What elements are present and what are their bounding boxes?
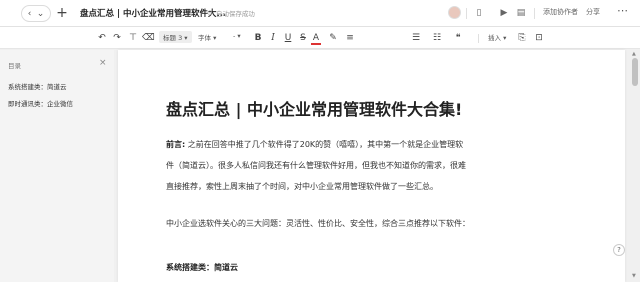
outline-sidebar: 目录 × 系统搭建类：简道云 即时通讯类：企业微信 [0,50,114,282]
play-icon[interactable]: ▶ [497,6,511,20]
comment-icon[interactable]: ▤ [514,6,528,20]
bullet-list-icon[interactable]: ☰ [410,31,422,45]
underline-button[interactable]: U [282,31,294,45]
highlight-icon[interactable]: ✎ [327,31,339,45]
title-bar: ‹ ⌄ + 盘点汇总 | 中小企业常用管理软件大... ⊙ 自动保存成功 ▯ ▶… [0,0,640,27]
outline-item[interactable]: 即时通讯类：企业微信 [8,98,73,108]
bold-button[interactable]: B [252,31,264,45]
font-size-select[interactable]: - ▾ [233,32,241,40]
format-painter-icon[interactable]: ⊤ [127,31,139,45]
redo-icon[interactable]: ↷ [111,31,123,45]
chevron-down-icon[interactable]: ⌄ [37,9,45,19]
align-icon[interactable]: ≡ [344,31,356,45]
divider [478,34,479,43]
copy-icon[interactable]: ⎘ [516,31,528,45]
add-collaborator-button[interactable]: 添加协作者 [543,7,578,17]
scroll-down-icon[interactable]: ▼ [632,273,636,279]
scroll-up-icon[interactable]: ▲ [632,51,636,57]
new-doc-button[interactable]: + [54,4,70,22]
doc-title[interactable]: 盘点汇总 | 中小企业常用管理软件大... [80,7,226,19]
back-icon[interactable]: ‹ [28,9,32,19]
heading-select[interactable]: 标题 3 ▾ [159,31,192,43]
nav-buttons: ‹ ⌄ [21,5,51,22]
document-heading[interactable]: 盘点汇总 | 中小企业常用管理软件大合集! [166,96,462,120]
insert-menu[interactable]: 插入 ▾ [488,32,506,42]
help-button[interactable]: ? [613,244,625,256]
divider [466,8,467,19]
divider [534,8,535,19]
paragraph[interactable]: 直接推荐，索性上周末抽了个时间，对中小企业常用管理软件做了一些汇总。 [166,181,438,192]
format-toolbar: ↶ ↷ ⊤ ⌫ 标题 3 ▾ 字体 ▾ - ▾ B I U S A ✎ ≡ ☰ … [0,27,640,49]
document-icon[interactable]: ▯ [472,6,486,20]
save-status-text: 自动保存成功 [215,10,255,18]
strikethrough-button[interactable]: S [297,31,309,45]
clear-format-icon[interactable]: ⌫ [142,31,155,45]
italic-button[interactable]: I [267,31,279,45]
numbered-list-icon[interactable]: ☷ [431,31,443,45]
section-heading[interactable]: 系统搭建类：简道云 [166,262,238,273]
font-select[interactable]: 字体 ▾ [198,32,216,42]
outline-heading: 目录 [8,62,21,70]
scrollbar-thumb[interactable] [632,58,638,86]
paragraph[interactable]: 前言: 之前在回答中推了几个软件得了20K的赞（嘻嘻），其中第一个就是企业管理软 [166,139,463,150]
share-button[interactable]: 分享 [586,7,600,17]
cloud-check-icon: ⊙ [207,9,213,17]
quote-icon[interactable]: ❝ [452,31,464,45]
undo-icon[interactable]: ↶ [96,31,108,45]
comment-box-icon[interactable]: ⊡ [533,31,545,45]
avatar[interactable] [448,6,461,19]
paragraph[interactable]: 件（简道云）。很多人私信问我还有什么管理软件好用，但我也不知道你的需求，很难 [166,160,466,171]
more-icon[interactable]: ⋯ [617,4,628,17]
document-page[interactable]: 盘点汇总 | 中小企业常用管理软件大合集! 前言: 之前在回答中推了几个软件得了… [118,50,625,282]
intro-label: 前言: [166,140,186,149]
close-icon[interactable]: × [99,58,107,68]
outline-item[interactable]: 系统搭建类：简道云 [8,81,67,91]
save-status: ⊙ 自动保存成功 [207,8,255,18]
font-color-icon[interactable]: A [311,31,321,45]
paragraph[interactable]: 中小企业选软件关心的三大问题：灵活性、性价比、安全性，综合三点推荐以下软件： [166,218,470,229]
paragraph-text: 之前在回答中推了几个软件得了20K的赞（嘻嘻），其中第一个就是企业管理软 [187,140,464,149]
